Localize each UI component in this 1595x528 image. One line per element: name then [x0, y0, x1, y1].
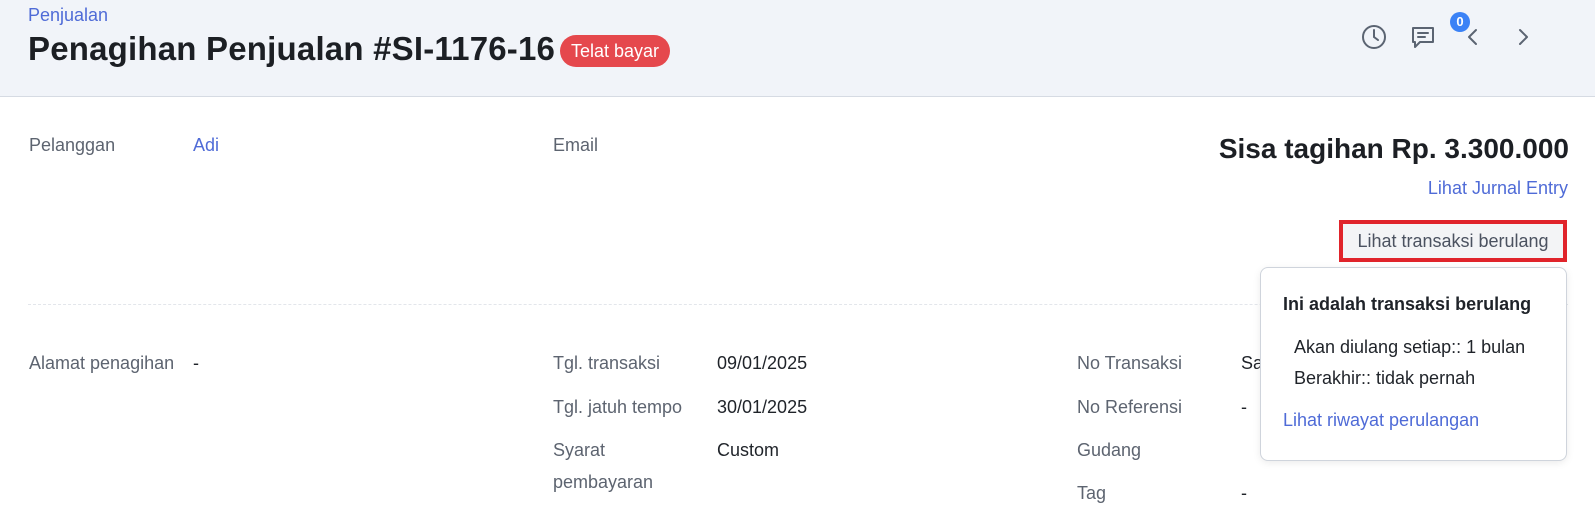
customer-link[interactable]: Adi — [193, 135, 219, 156]
popover-repeat-interval: Akan diulang setiap:: 1 bulan — [1294, 337, 1526, 357]
reference-number-value: - — [1241, 397, 1247, 417]
page-header: Penjualan Penagihan Penjualan #SI-1176-1… — [0, 0, 1595, 97]
payment-terms-label-line1: Syarat — [553, 440, 606, 460]
view-journal-entry-link[interactable]: Lihat Jurnal Entry — [1428, 178, 1568, 199]
view-recurrence-history-link[interactable]: Lihat riwayat perulangan — [1283, 410, 1479, 431]
tag-label: Tag — [1077, 483, 1107, 503]
customer-label: Pelanggan — [29, 135, 116, 155]
email-label: Email — [553, 135, 599, 155]
due-date-label: Tgl. jatuh tempo — [553, 397, 683, 417]
billing-address-label: Alamat penagihan — [29, 353, 175, 373]
view-recurring-transaction-button[interactable]: Lihat transaksi berulang — [1339, 220, 1567, 262]
payment-terms-value: Custom — [717, 440, 780, 460]
due-date-value: 30/01/2025 — [717, 397, 808, 417]
transaction-date-label: Tgl. transaksi — [553, 353, 661, 373]
status-badge: Telat bayar — [560, 35, 671, 67]
comment-icon[interactable] — [1408, 22, 1438, 52]
payment-terms-label-line2: pembayaran — [553, 472, 654, 492]
reference-number-label: No Referensi — [1077, 397, 1183, 417]
history-clock-icon[interactable] — [1359, 22, 1389, 52]
tag-value: - — [1241, 483, 1247, 503]
transaction-number-label: No Transaksi — [1077, 353, 1183, 373]
chevron-left-icon[interactable] — [1458, 22, 1488, 52]
popover-end-condition: Berakhir:: tidak pernah — [1294, 368, 1476, 388]
page-title: Penagihan Penjualan #SI-1176-16 — [28, 30, 556, 67]
popover-title: Ini adalah transaksi berulang — [1283, 294, 1532, 314]
remaining-balance: Sisa tagihan Rp. 3.300.000 — [1218, 133, 1569, 164]
transaction-date-value: 09/01/2025 — [717, 353, 808, 373]
recurring-info-popover: Ini adalah transaksi berulang Akan diula… — [1260, 267, 1567, 461]
breadcrumb-penjualan[interactable]: Penjualan — [28, 5, 108, 26]
billing-address-value: - — [193, 353, 199, 373]
chevron-right-icon[interactable] — [1508, 22, 1538, 52]
warehouse-label: Gudang — [1077, 440, 1142, 460]
